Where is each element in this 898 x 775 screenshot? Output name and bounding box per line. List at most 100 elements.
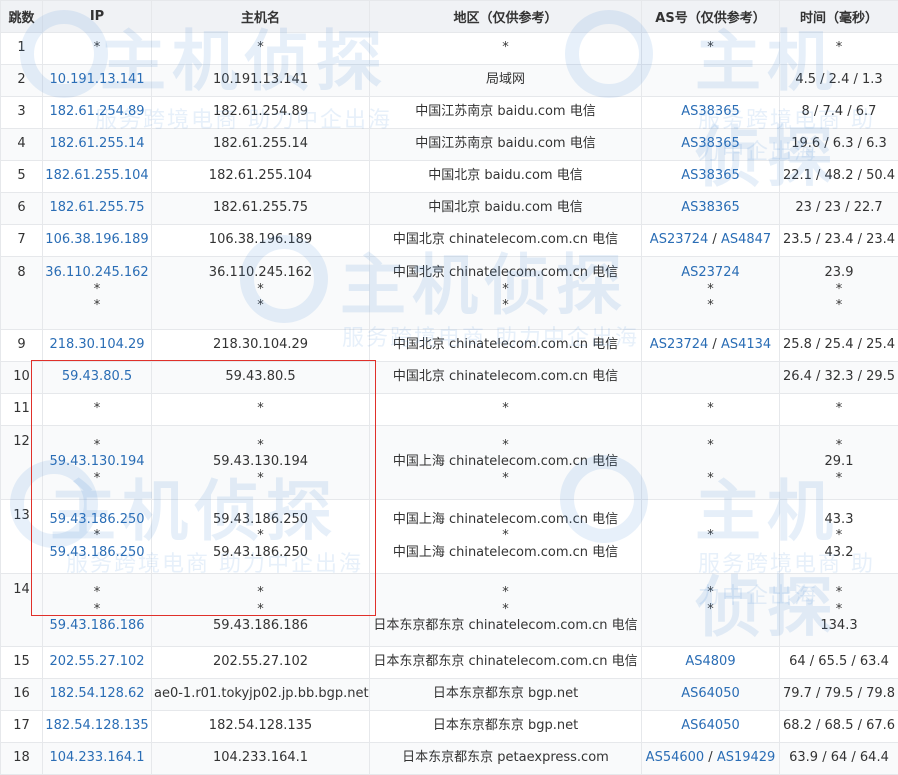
- asn-cell: AS54600 / AS19429: [642, 743, 780, 775]
- host-star: *: [154, 401, 367, 418]
- time-cell: 79.7 / 79.5 / 79.8: [780, 679, 898, 711]
- hop-number: 3: [17, 104, 25, 119]
- asn-link[interactable]: AS38365: [681, 104, 740, 119]
- region-cell: 中国上海 chinatelecom.com.cn 电信*中国上海 chinate…: [370, 500, 642, 574]
- asn-link[interactable]: AS64050: [681, 718, 740, 733]
- hostname: 59.43.186.250: [154, 512, 367, 529]
- region-text: 中国上海 chinatelecom.com.cn 电信: [372, 454, 639, 471]
- time-value: 23.5 / 23.4 / 23.4: [782, 232, 896, 249]
- table-row: 12*59.43.130.194**59.43.130.194**中国上海 ch…: [1, 426, 898, 500]
- time-cell: 63.9 / 64 / 64.4: [780, 743, 898, 775]
- host-cell: 182.61.254.89: [152, 97, 370, 129]
- region-star: *: [372, 528, 639, 545]
- hop-cell: 10: [1, 362, 43, 394]
- ip-link[interactable]: 182.54.128.62: [45, 686, 149, 703]
- time-cell: *: [780, 394, 898, 426]
- ip-cell: 182.61.255.75: [43, 193, 152, 225]
- asn-link[interactable]: AS4847: [721, 232, 771, 247]
- ip-link[interactable]: 182.61.255.75: [45, 200, 149, 217]
- asn-link[interactable]: AS23724: [650, 337, 709, 352]
- asn-link[interactable]: AS38365: [681, 168, 740, 183]
- time-value: 26.4 / 32.3 / 29.5: [782, 369, 896, 386]
- asn-line: *: [644, 585, 777, 602]
- time-cell: 68.2 / 68.5 / 67.6: [780, 711, 898, 743]
- ip-link[interactable]: 104.233.164.1: [45, 750, 149, 767]
- ip-link[interactable]: 59.43.130.194: [45, 454, 149, 471]
- hop-number: 18: [13, 750, 30, 765]
- host-star: *: [154, 585, 367, 602]
- time-cell: 23.5 / 23.4 / 23.4: [780, 225, 898, 257]
- region-text: 日本东京都东京 chinatelecom.com.cn 电信: [372, 618, 639, 635]
- region-text: 中国北京 chinatelecom.com.cn 电信: [372, 265, 639, 282]
- ip-link[interactable]: 182.61.255.104: [45, 168, 149, 185]
- time-cell: *: [780, 33, 898, 65]
- asn-link[interactable]: AS4809: [685, 654, 735, 669]
- asn-link[interactable]: AS38365: [681, 136, 740, 151]
- asn-line: [644, 72, 777, 89]
- col-header-host: 主机名: [152, 1, 370, 33]
- hop-number: 13: [13, 508, 30, 523]
- ip-link[interactable]: 218.30.104.29: [45, 337, 149, 354]
- asn-cell: AS23724 / AS4847: [642, 225, 780, 257]
- ip-link[interactable]: 59.43.80.5: [45, 369, 149, 386]
- ip-link[interactable]: 36.110.245.162: [45, 265, 149, 282]
- asn-star: *: [707, 282, 714, 297]
- ip-link[interactable]: 182.61.254.89: [45, 104, 149, 121]
- col-header-ip: IP: [43, 1, 152, 33]
- hostname: 59.43.130.194: [154, 454, 367, 471]
- asn-cell: *: [642, 33, 780, 65]
- ip-cell: *59.43.130.194*: [43, 426, 152, 500]
- region-text: 局域网: [372, 72, 639, 89]
- host-cell: 182.61.255.104: [152, 161, 370, 193]
- ip-link[interactable]: 10.191.13.141: [45, 72, 149, 89]
- hop-cell: 5: [1, 161, 43, 193]
- time-value: 43.3: [782, 512, 896, 529]
- asn-link[interactable]: AS23724: [681, 265, 740, 280]
- asn-cell: AS23724 / AS4134: [642, 330, 780, 362]
- hop-number: 5: [17, 168, 25, 183]
- ip-link[interactable]: 106.38.196.189: [45, 232, 149, 249]
- ip-link[interactable]: 59.43.186.186: [45, 618, 149, 635]
- region-cell: 中国北京 chinatelecom.com.cn 电信: [370, 362, 642, 394]
- ip-cell: *: [43, 33, 152, 65]
- host-star: *: [154, 471, 367, 488]
- asn-link[interactable]: AS38365: [681, 200, 740, 215]
- host-cell: 10.191.13.141: [152, 65, 370, 97]
- ip-star: *: [45, 471, 149, 488]
- region-text: 中国北京 baidu.com 电信: [372, 200, 639, 217]
- asn-link[interactable]: AS19429: [717, 750, 776, 765]
- host-cell: **59.43.186.186: [152, 574, 370, 647]
- ip-link[interactable]: 182.54.128.135: [45, 718, 149, 735]
- ip-star: *: [45, 40, 149, 57]
- region-text: 中国江苏南京 baidu.com 电信: [372, 104, 639, 121]
- hop-cell: 2: [1, 65, 43, 97]
- hop-cell: 7: [1, 225, 43, 257]
- hop-number: 12: [13, 434, 30, 449]
- host-star: *: [154, 438, 367, 455]
- host-cell: 59.43.186.250*59.43.186.250: [152, 500, 370, 574]
- hop-cell: 3: [1, 97, 43, 129]
- ip-link[interactable]: 182.61.255.14: [45, 136, 149, 153]
- asn-line: *: [644, 471, 777, 488]
- region-cell: 日本东京都东京 petaexpress.com: [370, 743, 642, 775]
- hop-number: 2: [17, 72, 25, 87]
- asn-star: *: [707, 401, 714, 416]
- asn-cell: AS38365: [642, 129, 780, 161]
- asn-star: *: [707, 585, 714, 600]
- asn-link[interactable]: AS23724: [650, 232, 709, 247]
- asn-link[interactable]: AS54600: [646, 750, 705, 765]
- asn-link[interactable]: AS64050: [681, 686, 740, 701]
- ip-link[interactable]: 59.43.186.250: [45, 512, 149, 529]
- hostname: 104.233.164.1: [154, 750, 367, 767]
- ip-link[interactable]: 59.43.186.250: [45, 545, 149, 562]
- time-star: *: [782, 282, 896, 299]
- region-text: 中国北京 chinatelecom.com.cn 电信: [372, 337, 639, 354]
- hop-cell: 17: [1, 711, 43, 743]
- ip-link[interactable]: 202.55.27.102: [45, 654, 149, 671]
- asn-line: *: [644, 401, 777, 418]
- host-cell: *59.43.130.194*: [152, 426, 370, 500]
- ip-cell: 202.55.27.102: [43, 647, 152, 679]
- asn-line: AS23724 / AS4134: [644, 337, 777, 354]
- region-cell: 中国北京 baidu.com 电信: [370, 193, 642, 225]
- asn-link[interactable]: AS4134: [721, 337, 771, 352]
